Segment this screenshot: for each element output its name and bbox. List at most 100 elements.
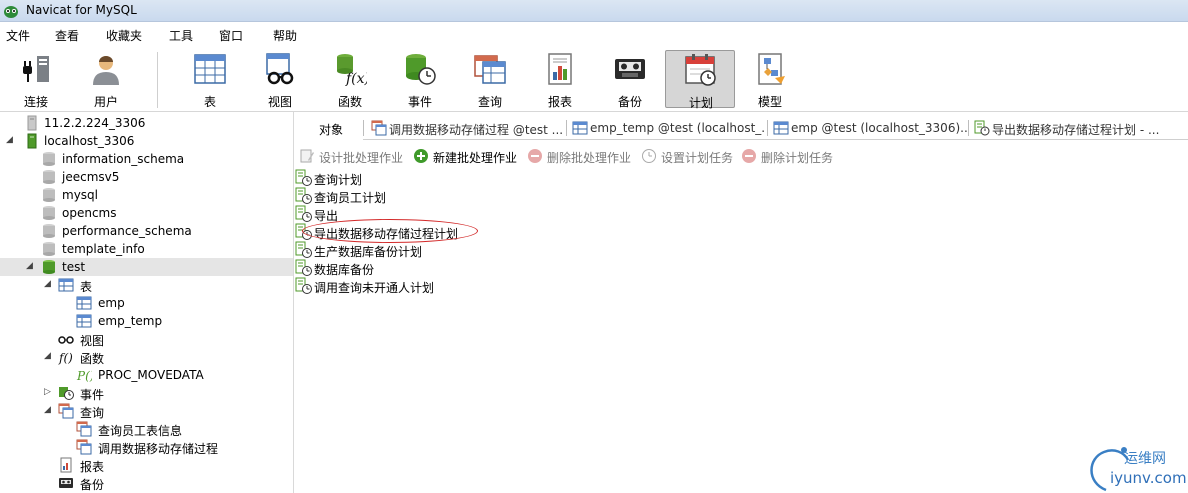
batch-job-item-highlighted[interactable]: 导出数据移动存储过程计划	[295, 222, 695, 241]
batch-job-item[interactable]: 调用查询未开通人计划	[295, 276, 695, 295]
menu-file[interactable]: 文件	[6, 27, 30, 44]
backup-icon	[59, 478, 73, 488]
tab-export-plan[interactable]: 导出数据移动存储过程计划 - ...	[970, 116, 1170, 140]
tree-label: emp	[98, 296, 125, 310]
tab-query-call-procedure[interactable]: 调用数据移动存储过程 @test ...	[367, 116, 565, 140]
batch-job-item[interactable]: 生产数据库备份计划	[295, 240, 695, 259]
query-button[interactable]: 查询	[458, 50, 522, 109]
server-connected-icon	[27, 133, 37, 149]
tab-objects[interactable]: 对象	[295, 116, 363, 140]
tree-query-call-procedure[interactable]: 调用数据移动存储过程	[0, 438, 293, 456]
view-glasses-icon	[266, 53, 294, 85]
event-label: 事件	[407, 95, 432, 109]
batch-job-item[interactable]: 查询员工计划	[295, 186, 695, 205]
backup-button[interactable]: 备份	[598, 50, 662, 109]
tree-procedure-movedata[interactable]: P() PROC_MOVEDATA	[0, 366, 293, 384]
tree-connection-11-2-2-224[interactable]: 11.2.2.224_3306	[0, 114, 293, 132]
new-batch-job-button[interactable]: 新建批处理作业	[413, 148, 525, 165]
connect-button[interactable]: 连接	[4, 50, 68, 109]
batch-job-item[interactable]: 导出	[295, 204, 695, 223]
tree-db-test[interactable]: ◢ test	[0, 258, 293, 276]
table-icon	[194, 54, 226, 84]
navicat-logo-icon	[4, 6, 18, 18]
tree-db-performance-schema[interactable]: performance_schema	[0, 222, 293, 240]
tree-db-information-schema[interactable]: information_schema	[0, 150, 293, 168]
database-open-icon	[43, 260, 55, 274]
menu-view[interactable]: 查看	[55, 27, 79, 44]
tree-label: opencms	[62, 206, 117, 220]
event-button[interactable]: 事件	[388, 50, 452, 109]
action-label: 设置计划任务	[661, 151, 734, 165]
tab-label: emp_temp @test (localhost_...	[590, 121, 766, 135]
expand-caret-icon[interactable]: ◢	[44, 279, 54, 291]
tree-db-template-info[interactable]: template_info	[0, 240, 293, 258]
tab-divider	[767, 120, 768, 136]
expand-caret-icon[interactable]: ◢	[26, 261, 36, 273]
batch-job-icon	[295, 259, 312, 276]
tree-group-functions[interactable]: ◢ f() 函数	[0, 348, 293, 366]
tree-db-mysql[interactable]: mysql	[0, 186, 293, 204]
tree-label: emp_temp	[98, 314, 163, 328]
menu-tools[interactable]: 工具	[169, 27, 193, 44]
tree-label: mysql	[62, 188, 98, 202]
tree-db-jeecmsv5[interactable]: jeecmsv5	[0, 168, 293, 186]
tree-group-events[interactable]: ▷ 事件	[0, 384, 293, 402]
tab-table-emp-temp[interactable]: emp_temp @test (localhost_...	[568, 116, 766, 140]
menu-favorites[interactable]: 收藏夹	[106, 27, 142, 44]
tab-bar: 对象 调用数据移动存储过程 @test ... emp_temp @test (…	[295, 114, 1188, 140]
collapse-caret-icon[interactable]: ▷	[44, 387, 54, 399]
tree-group-backups[interactable]: 备份	[0, 474, 293, 492]
tree-label: test	[62, 260, 86, 274]
svg-text:f(x): f(x)	[345, 71, 367, 86]
batch-job-icon	[295, 205, 312, 222]
tree-table-emp[interactable]: emp	[0, 294, 293, 312]
tab-table-emp[interactable]: emp @test (localhost_3306)...	[769, 116, 967, 140]
menu-help[interactable]: 帮助	[273, 27, 297, 44]
batch-job-item[interactable]: 查询计划	[295, 168, 695, 187]
query-icon	[371, 120, 387, 136]
expand-caret-icon[interactable]: ◢	[44, 405, 54, 417]
delete-scheduled-task-button[interactable]: 删除计划任务	[741, 148, 841, 165]
main-toolbar: 连接 用户 表 视图 f(x 函数 事件 查询 报表 备份 计划 模型	[0, 46, 1188, 112]
tree-connection-localhost[interactable]: ◢ localhost_3306	[0, 132, 293, 150]
set-scheduled-task-button[interactable]: 设置计划任务	[641, 148, 741, 165]
function-button[interactable]: f(x) 函数	[318, 50, 382, 109]
batch-job-icon	[295, 169, 312, 186]
expand-caret-icon[interactable]: ◢	[6, 135, 16, 147]
query-icon	[76, 439, 92, 455]
tree-label: 表	[80, 280, 93, 294]
tab-label: 导出数据移动存储过程计划 - ...	[992, 123, 1160, 137]
model-button[interactable]: 模型	[738, 50, 802, 109]
tree-query-employee-info[interactable]: 查询员工表信息	[0, 420, 293, 438]
batch-job-icon	[295, 277, 312, 294]
batch-job-item[interactable]: 数据库备份	[295, 258, 695, 277]
connect-label: 连接	[23, 95, 48, 109]
tree-group-reports[interactable]: 报表	[0, 456, 293, 474]
expand-caret-icon[interactable]: ◢	[44, 351, 54, 363]
event-clock-icon	[406, 54, 436, 85]
report-icon	[60, 457, 72, 473]
tree-group-tables[interactable]: ◢ 表	[0, 276, 293, 294]
action-label: 删除计划任务	[761, 151, 834, 165]
function-icon: f()	[58, 351, 73, 365]
table-button[interactable]: 表	[178, 50, 242, 109]
menu-window[interactable]: 窗口	[219, 27, 243, 44]
tree-group-views[interactable]: 视图	[0, 330, 293, 348]
connection-tree: 11.2.2.224_3306 ◢ localhost_3306 informa…	[0, 112, 294, 493]
report-chart-icon	[548, 53, 572, 85]
schedule-button[interactable]: 计划	[665, 50, 735, 110]
tree-table-emp-temp[interactable]: emp_temp	[0, 312, 293, 330]
design-batch-job-button[interactable]: 设计批处理作业	[299, 148, 411, 165]
delete-batch-job-button[interactable]: 删除批处理作业	[527, 148, 639, 165]
procedure-icon: P()	[76, 369, 92, 383]
view-label: 视图	[267, 95, 292, 109]
user-button[interactable]: 用户	[74, 50, 138, 109]
tree-label: localhost_3306	[44, 134, 135, 148]
table-icon	[773, 121, 789, 135]
tree-label: 调用数据移动存储过程	[98, 442, 219, 456]
report-button[interactable]: 报表	[528, 50, 592, 109]
table-label: 表	[203, 95, 216, 109]
view-button[interactable]: 视图	[248, 50, 312, 109]
tree-group-queries[interactable]: ◢ 查询	[0, 402, 293, 420]
tree-db-opencms[interactable]: opencms	[0, 204, 293, 222]
